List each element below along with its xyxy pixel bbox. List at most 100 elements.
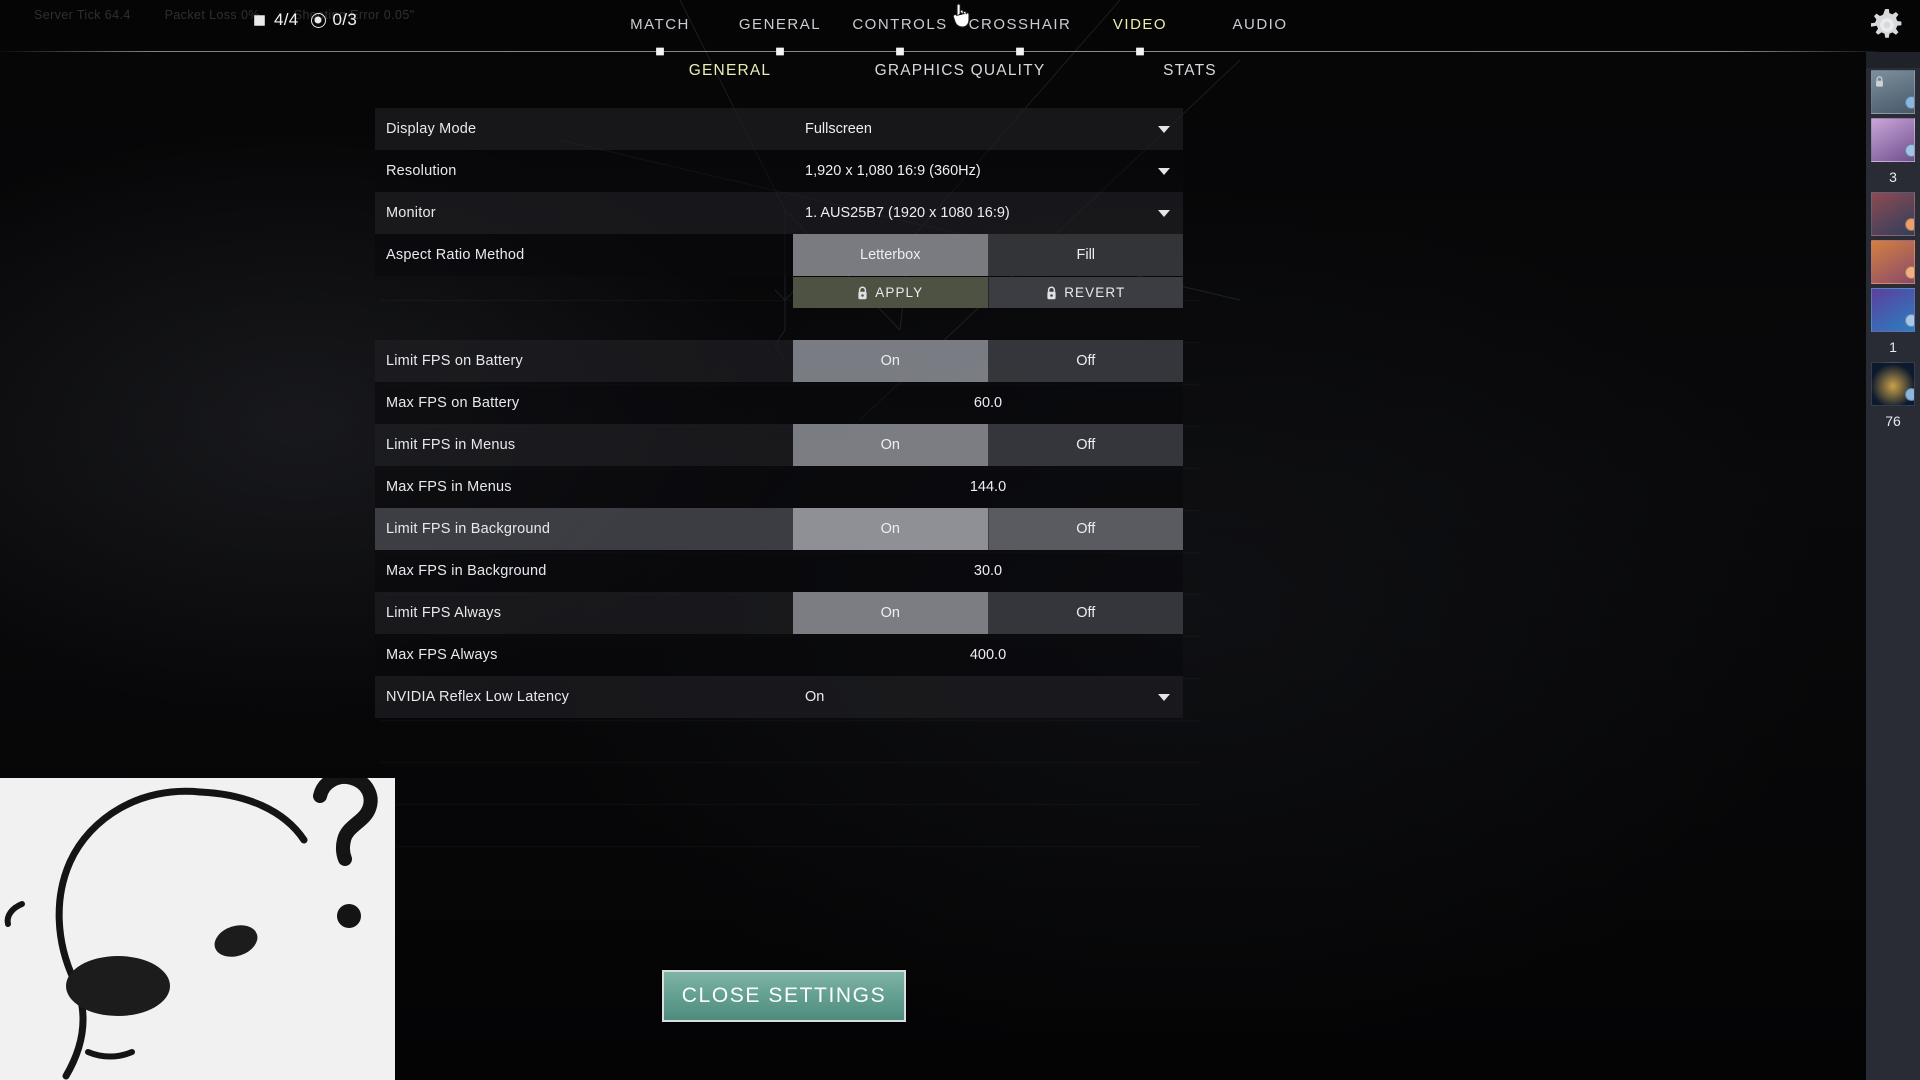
label-aspect-ratio-method: Aspect Ratio Method: [386, 247, 525, 263]
apply-button[interactable]: APPLY: [793, 277, 989, 308]
control-aspect-ratio-method: Letterbox Fill: [793, 234, 1183, 276]
sub-tab-list: GENERAL GRAPHICS QUALITY STATS: [0, 62, 1920, 90]
label-resolution: Resolution: [386, 163, 457, 179]
nav-tab-match[interactable]: MATCH: [600, 0, 720, 52]
sidebar-dot: [1905, 266, 1914, 279]
option-off[interactable]: Off: [988, 424, 1183, 466]
nav-tab-controls[interactable]: CONTROLS: [840, 0, 960, 52]
setting-row-monitor: Monitor 1. AUS25B7 (1920 x 1080 16:9): [375, 192, 1183, 234]
label-max-fps-menus: Max FPS in Menus: [386, 479, 512, 495]
close-settings-label: CLOSE SETTINGS: [681, 984, 887, 1007]
dropdown-nvidia-reflex-value: On: [805, 689, 825, 705]
nav-tab-video-label: VIDEO: [1112, 16, 1168, 33]
label-max-fps-always: Max FPS Always: [386, 647, 498, 663]
sidebar-dot: [1905, 218, 1914, 231]
label-max-fps-battery: Max FPS on Battery: [386, 395, 520, 411]
segmented-aspect-ratio-method: Letterbox Fill: [793, 234, 1183, 276]
sidebar-notch: [1866, 52, 1920, 68]
subtab-stats[interactable]: STATS: [1075, 62, 1305, 90]
sidebar-card-6[interactable]: [1871, 362, 1915, 406]
value-max-fps-background[interactable]: 30.0: [793, 550, 1183, 592]
nav-tab-audio-label: AUDIO: [1232, 16, 1288, 33]
option-fill[interactable]: Fill: [988, 234, 1183, 276]
dropdown-monitor[interactable]: 1. AUS25B7 (1920 x 1080 16:9): [793, 192, 1183, 234]
top-navigation: 4/4 0/3 MATCH GENERAL CONTROLS CROSSHAIR: [0, 0, 1920, 52]
control-limit-fps-always: On Off: [793, 592, 1183, 634]
label-limit-fps-menus: Limit FPS in Menus: [386, 437, 516, 453]
setting-row-limit-fps-menus: Limit FPS in Menus On Off: [375, 424, 1183, 466]
apply-revert-row: APPLY REVERT: [793, 277, 1183, 308]
chevron-down-icon: [1158, 209, 1170, 217]
segmented-limit-fps-battery: On Off: [793, 340, 1183, 382]
control-limit-fps-battery: On Off: [793, 340, 1183, 382]
control-max-fps-menus: 144.0: [793, 466, 1183, 508]
label-max-fps-background: Max FPS in Background: [386, 563, 547, 579]
nav-tab-crosshair-label: CROSSHAIR: [968, 16, 1072, 33]
sidebar-count-1: 1: [1889, 339, 1897, 355]
setting-row-display-mode: Display Mode Fullscreen: [375, 108, 1183, 150]
chevron-down-icon: [1158, 125, 1170, 133]
setting-row-aspect-ratio-method: Aspect Ratio Method Letterbox Fill: [375, 234, 1183, 276]
gear-icon[interactable]: [1868, 6, 1906, 44]
label-limit-fps-always: Limit FPS Always: [386, 605, 502, 621]
doodle-question-mark: [313, 778, 378, 928]
close-settings-button[interactable]: CLOSE SETTINGS: [662, 970, 906, 1022]
sidebar-card-4[interactable]: [1871, 240, 1915, 284]
lock-icon: [1875, 74, 1884, 87]
control-max-fps-battery: 60.0: [793, 382, 1183, 424]
nav-tab-audio[interactable]: AUDIO: [1200, 0, 1320, 52]
sidebar-card-5[interactable]: [1871, 288, 1915, 332]
segmented-limit-fps-always: On Off: [793, 592, 1183, 634]
option-off[interactable]: Off: [988, 340, 1183, 382]
label-display-mode: Display Mode: [386, 121, 477, 137]
setting-row-resolution: Resolution 1,920 x 1,080 16:9 (360Hz): [375, 150, 1183, 192]
sidebar-card-1[interactable]: [1871, 70, 1915, 114]
nav-tab-general[interactable]: GENERAL: [720, 0, 840, 52]
nav-tab-crosshair[interactable]: CROSSHAIR: [960, 0, 1080, 52]
control-max-fps-background: 30.0: [793, 550, 1183, 592]
sidebar-dot: [1905, 388, 1914, 401]
dropdown-display-mode[interactable]: Fullscreen: [793, 108, 1183, 150]
control-limit-fps-background: On Off: [793, 508, 1183, 550]
setting-row-limit-fps-always: Limit FPS Always On Off: [375, 592, 1183, 634]
settings-panel: Display Mode Fullscreen Resolution 1,920…: [375, 108, 1183, 718]
value-max-fps-battery[interactable]: 60.0: [793, 382, 1183, 424]
option-letterbox[interactable]: Letterbox: [793, 234, 989, 276]
setting-row-limit-fps-battery: Limit FPS on Battery On Off: [375, 340, 1183, 382]
revert-button[interactable]: REVERT: [988, 277, 1183, 308]
sidebar-count-76: 76: [1885, 413, 1901, 429]
sidebar-card-3[interactable]: [1871, 192, 1915, 236]
option-on[interactable]: On: [793, 508, 989, 550]
setting-row-max-fps-battery: Max FPS on Battery 60.0: [375, 382, 1183, 424]
option-on[interactable]: On: [793, 424, 989, 466]
nav-tab-video[interactable]: VIDEO: [1080, 0, 1200, 52]
chevron-down-icon: [1158, 693, 1170, 701]
apply-button-label: APPLY: [875, 285, 924, 300]
dropdown-monitor-value: 1. AUS25B7 (1920 x 1080 16:9): [805, 205, 1010, 221]
subtab-general[interactable]: GENERAL: [615, 62, 845, 90]
option-on[interactable]: On: [793, 340, 989, 382]
option-on[interactable]: On: [793, 592, 989, 634]
control-nvidia-reflex: On: [793, 676, 1183, 718]
sidebar-count-3: 3: [1889, 169, 1897, 185]
revert-button-label: REVERT: [1064, 285, 1126, 300]
control-resolution: 1,920 x 1,080 16:9 (360Hz): [793, 150, 1183, 192]
dropdown-nvidia-reflex[interactable]: On: [793, 676, 1183, 718]
game-settings-screen: Server Tick 64.4 Packet Loss 0% Shooting…: [0, 0, 1920, 1080]
option-off[interactable]: Off: [988, 508, 1183, 550]
value-max-fps-menus[interactable]: 144.0: [793, 466, 1183, 508]
nav-tab-controls-label: CONTROLS: [852, 16, 948, 33]
option-off[interactable]: Off: [988, 592, 1183, 634]
control-limit-fps-menus: On Off: [793, 424, 1183, 466]
sidebar-card-2[interactable]: [1871, 118, 1915, 162]
label-limit-fps-background: Limit FPS in Background: [386, 521, 551, 537]
dropdown-display-mode-value: Fullscreen: [805, 121, 872, 137]
setting-row-limit-fps-background: Limit FPS in Background On Off: [375, 508, 1183, 550]
value-max-fps-always[interactable]: 400.0: [793, 634, 1183, 676]
subtab-graphics-quality[interactable]: GRAPHICS QUALITY: [845, 62, 1075, 90]
right-sidebar: 3 1 76: [1866, 52, 1920, 1080]
label-limit-fps-battery: Limit FPS on Battery: [386, 353, 523, 369]
lock-icon: [857, 286, 868, 300]
dropdown-resolution[interactable]: 1,920 x 1,080 16:9 (360Hz): [793, 150, 1183, 192]
